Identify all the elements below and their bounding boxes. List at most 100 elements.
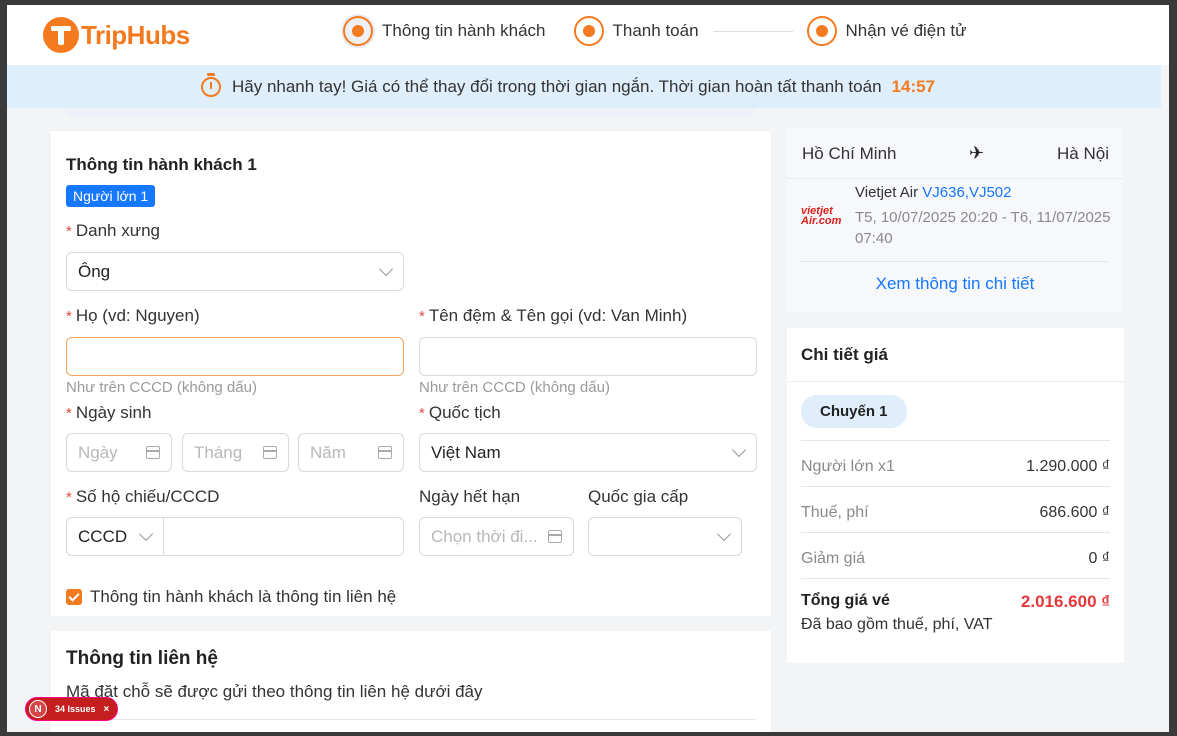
dob-day-picker[interactable]: Ngày	[66, 433, 172, 472]
page-scrollbar[interactable]	[1161, 65, 1169, 732]
countdown-value: 14:57	[891, 76, 936, 96]
previous-section-edge	[65, 108, 755, 117]
last-name-label-text: Họ (vd: Nguyen)	[75, 306, 200, 325]
step-label: Thanh toán	[612, 21, 699, 40]
first-name-input[interactable]	[419, 337, 757, 376]
flight-codes: VJ636,VJ502	[922, 184, 1012, 201]
document-label: * Số hộ chiếu/CCCD	[66, 487, 219, 507]
nationality-select[interactable]: Việt Nam	[419, 433, 757, 472]
expiry-placeholder: Chọn thời đi...	[431, 526, 538, 546]
divider	[801, 440, 1110, 441]
dob-year-placeholder: Năm	[310, 442, 346, 462]
price-row-value: 686.600 ₫	[1039, 504, 1111, 521]
price-details-card: Chi tiết giá Chuyến 1 Người lớn x1 1.290…	[787, 328, 1124, 663]
price-row-label: Người lớn x1	[801, 458, 895, 475]
flight-schedule: T5, 10/07/2025 20:20 - T6, 11/07/2025 07…	[855, 209, 1111, 247]
dob-label-text: Ngày sinh	[75, 403, 152, 422]
required-icon: *	[419, 405, 425, 422]
calendar-icon	[378, 446, 392, 459]
chevron-down-icon	[731, 442, 747, 458]
airline-name: Vietjet Air	[855, 184, 919, 201]
document-number-input[interactable]	[163, 517, 404, 556]
step-payment: Thanh toán	[573, 16, 699, 46]
required-icon: *	[419, 308, 425, 325]
calendar-icon	[146, 446, 160, 459]
contact-same-label: Thông tin hành khách là thông tin liên h…	[90, 587, 397, 606]
issuing-country-label: Quốc gia cấp	[588, 487, 689, 506]
salutation-label-text: Danh xưng	[75, 221, 160, 240]
nationality-label-text: Quốc tịch	[428, 403, 501, 422]
divider	[787, 178, 1123, 179]
divider	[801, 578, 1110, 579]
first-name-hint: Như trên CCCD (không dấu)	[419, 379, 610, 396]
divider	[787, 381, 1124, 382]
nationality-label: * Quốc tịch	[419, 403, 501, 423]
salutation-label: * Danh xưng	[66, 221, 160, 241]
step-radio-icon	[806, 16, 837, 46]
chevron-down-icon	[378, 261, 394, 277]
countdown-message: Hãy nhanh tay! Giá có thể thay đổi trong…	[231, 76, 882, 96]
divider	[799, 261, 1109, 262]
passenger-type-badge: Người lớn 1	[66, 185, 156, 207]
document-type-select[interactable]: CCCD	[66, 517, 164, 556]
checkbox-checked-icon[interactable]	[66, 589, 82, 605]
passenger-title: Thông tin hành khách 1	[66, 155, 257, 174]
required-icon: *	[66, 223, 72, 240]
close-icon[interactable]: ×	[104, 704, 110, 715]
step-label: Thông tin hành khách	[382, 21, 546, 40]
dob-day-placeholder: Ngày	[78, 442, 118, 462]
calendar-icon	[548, 530, 562, 543]
issues-overlay-badge[interactable]: N 34 Issues ×	[25, 697, 118, 721]
dob-month-picker[interactable]: Tháng	[182, 433, 289, 472]
flight-summary-card: Hồ Chí Minh ✈ Hà Nội vietjet Air.com Vie…	[787, 128, 1123, 312]
passenger-card: Thông tin hành khách 1 Người lớn 1 * Danh…	[51, 130, 771, 616]
dob-year-picker[interactable]: Năm	[298, 433, 404, 472]
countdown-banner: Hãy nhanh tay! Giá có thể thay đổi trong…	[7, 65, 1169, 108]
airplane-icon: ✈	[969, 143, 985, 163]
total-value: 2.016.600 ₫	[1020, 592, 1110, 611]
step-e-ticket: Nhận vé điện tử	[806, 16, 967, 46]
first-name-label: * Tên đệm & Tên gọi (vd: Van Minh)	[419, 306, 687, 326]
price-row-value: 0 ₫	[1088, 550, 1110, 567]
document-type-value: CCCD	[78, 526, 128, 546]
required-icon: *	[66, 489, 72, 506]
required-icon: *	[66, 405, 72, 422]
dob-month-placeholder: Tháng	[194, 442, 243, 462]
booking-steps: Thông tin hành khách Thanh toán Nhận vé …	[343, 16, 967, 46]
logo-text: TripHubs	[81, 19, 190, 50]
issuing-country-select[interactable]	[588, 517, 742, 556]
stopwatch-icon	[200, 72, 221, 97]
total-label: Tổng giá vé	[801, 592, 890, 609]
contact-description: Mã đặt chỗ sẽ được gửi theo thông tin li…	[66, 682, 483, 701]
step-connector	[712, 30, 793, 32]
first-name-label-text: Tên đệm & Tên gọi (vd: Van Minh)	[428, 306, 688, 325]
divider	[66, 719, 756, 720]
contact-title: Thông tin liên hệ	[66, 648, 218, 669]
required-icon: *	[66, 308, 72, 325]
airline-line: Vietjet Air VJ636,VJ502	[855, 184, 1012, 201]
step-passenger-info: Thông tin hành khách	[343, 16, 546, 46]
top-header: TripHubs Thông tin hành khách Thanh toán…	[7, 5, 1169, 65]
last-name-input[interactable]	[66, 337, 404, 376]
price-row-label: Thuế, phí	[801, 504, 869, 521]
price-row-value: 1.290.000 ₫	[1026, 458, 1110, 475]
price-title: Chi tiết giá	[801, 345, 888, 364]
destination-city: Hà Nội	[1057, 144, 1109, 163]
origin-city: Hồ Chí Minh	[802, 144, 897, 163]
divider	[801, 532, 1110, 533]
issues-count: 34 Issues	[55, 704, 96, 714]
nextjs-avatar-icon: N	[29, 700, 47, 718]
salutation-value: Ông	[78, 261, 111, 281]
step-radio-icon	[573, 16, 604, 46]
dob-label: * Ngày sinh	[66, 403, 151, 423]
contact-same-checkbox-row[interactable]: Thông tin hành khách là thông tin liên h…	[66, 587, 396, 607]
browser-viewport: TripHubs Thông tin hành khách Thanh toán…	[7, 5, 1169, 732]
segment-chip[interactable]: Chuyến 1	[801, 395, 907, 428]
contact-card: Thông tin liên hệ Mã đặt chỗ sẽ được gửi…	[51, 631, 771, 732]
view-details-link[interactable]: Xem thông tin chi tiết	[787, 274, 1123, 294]
expiry-date-picker[interactable]: Chọn thời đi...	[419, 517, 574, 556]
salutation-select[interactable]: Ông	[66, 252, 404, 291]
triphubs-logo[interactable]: TripHubs	[43, 17, 190, 53]
divider	[801, 486, 1110, 487]
expiry-label: Ngày hết hạn	[419, 487, 521, 506]
